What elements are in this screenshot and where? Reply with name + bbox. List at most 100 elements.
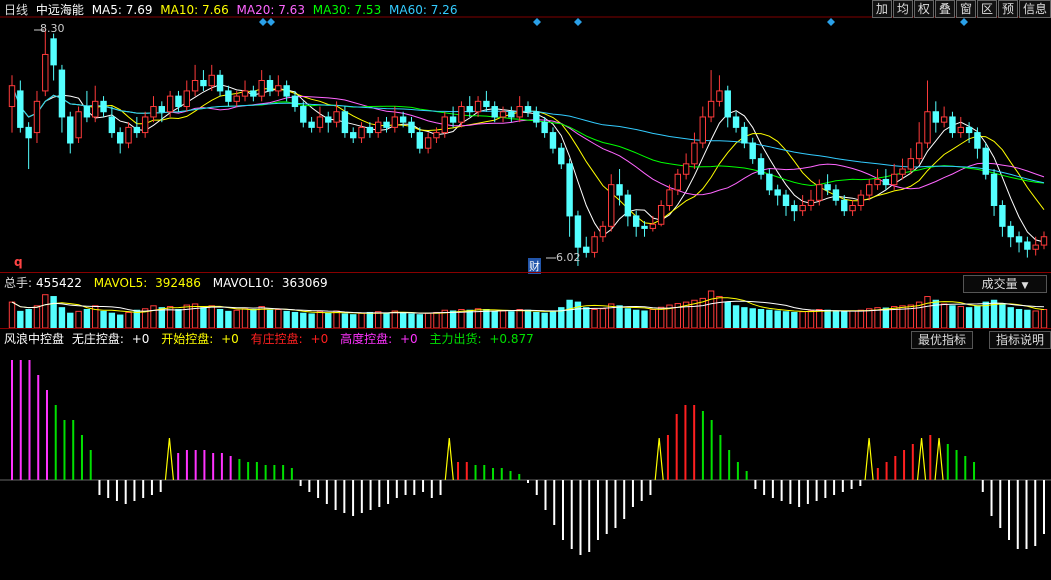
total-volume-value: 455422 bbox=[36, 276, 82, 290]
toolbar-overlay-button[interactable]: 叠 bbox=[934, 0, 955, 18]
volume-bar bbox=[416, 314, 424, 328]
indicator-bar bbox=[544, 480, 547, 510]
toolbar-info-button[interactable]: 信息 bbox=[1018, 0, 1051, 18]
indicator-bar bbox=[212, 453, 215, 480]
toolbar-alert-button[interactable]: 预 bbox=[997, 0, 1018, 18]
candle-body bbox=[774, 189, 781, 196]
candle-body bbox=[682, 163, 690, 175]
candle-body bbox=[824, 184, 831, 191]
period-label[interactable]: 日线 bbox=[4, 3, 28, 17]
candle-body bbox=[657, 205, 665, 225]
indicator-bar bbox=[238, 459, 241, 480]
candle-body bbox=[283, 85, 290, 97]
volume-bar bbox=[632, 309, 640, 328]
candle-body bbox=[408, 121, 415, 134]
indicator-bar bbox=[780, 480, 783, 501]
volume-indicator-select[interactable]: 成交量 ▼ bbox=[963, 275, 1047, 293]
indicator-bar bbox=[798, 480, 801, 507]
indicator-bar bbox=[640, 480, 643, 501]
volume-bar bbox=[50, 296, 57, 328]
indicator-bar bbox=[133, 480, 136, 501]
candle-body bbox=[549, 132, 557, 149]
candle-body bbox=[766, 173, 773, 191]
indicator-bar bbox=[1016, 480, 1019, 549]
volume-bar bbox=[1032, 310, 1039, 328]
toolbar-add-button[interactable]: 加 bbox=[871, 0, 892, 18]
volume-bar bbox=[216, 309, 224, 328]
side-marker[interactable]: q bbox=[14, 255, 23, 269]
indicator-bar bbox=[387, 480, 390, 504]
candle-body bbox=[616, 184, 623, 196]
candle-body bbox=[175, 95, 182, 108]
price-chart[interactable] bbox=[0, 0, 1051, 272]
indicator-bar bbox=[666, 435, 669, 480]
indicator-bar bbox=[37, 375, 40, 480]
volume-pane[interactable]: 总手: 455422 MAVOL5: 392486 MAVOL10: 363069… bbox=[0, 272, 1051, 328]
candle-body bbox=[915, 142, 923, 160]
candle-body bbox=[183, 90, 190, 108]
candle-body bbox=[333, 111, 340, 123]
candle-body bbox=[33, 100, 41, 134]
indicator-pane[interactable]: 风浪中控盘 无庄控盘: +0 开始控盘: +0 有庄控盘: +0 高度控盘: +… bbox=[0, 328, 1051, 580]
toolbar-ma-button[interactable]: 均 bbox=[892, 0, 913, 18]
indicator-bar bbox=[360, 480, 363, 513]
volume-bar bbox=[816, 309, 823, 328]
indicator-bar bbox=[859, 480, 862, 486]
ma60-label: MA60: 7.26 bbox=[389, 3, 458, 17]
candle-body bbox=[649, 223, 657, 229]
indicator-bar bbox=[11, 360, 13, 480]
volume-bar bbox=[408, 313, 415, 328]
indicator-bar bbox=[1043, 480, 1045, 534]
event-diamond-icon bbox=[267, 18, 275, 26]
indicator-bar bbox=[771, 480, 774, 498]
candle-body bbox=[757, 158, 765, 175]
volume-bar bbox=[716, 296, 723, 328]
candle-body bbox=[491, 106, 498, 118]
indicator-bar bbox=[973, 462, 976, 480]
indicator-bar bbox=[824, 480, 827, 498]
indicator-chart[interactable] bbox=[0, 329, 1051, 580]
indicator-bar bbox=[876, 468, 879, 480]
candle-body bbox=[399, 116, 407, 123]
candle-body bbox=[749, 142, 756, 160]
volume-bar bbox=[566, 299, 573, 328]
indicator-bar bbox=[833, 480, 836, 495]
volume-bar bbox=[1040, 309, 1048, 328]
indicator-bar bbox=[177, 453, 180, 480]
candle-body bbox=[1007, 225, 1014, 238]
candle-body bbox=[666, 189, 673, 206]
candle-body bbox=[807, 199, 815, 207]
candle-body bbox=[83, 106, 91, 118]
volume-bar bbox=[25, 309, 32, 328]
candle-body bbox=[782, 194, 790, 206]
toolbar-rights-button[interactable]: 权 bbox=[913, 0, 934, 18]
best-indicator-button[interactable]: 最优指标 bbox=[910, 331, 973, 349]
candle-body bbox=[233, 95, 240, 102]
candle-body bbox=[341, 111, 349, 134]
price-pane[interactable]: 日线 中远海能 MA5: 7.69 MA10: 7.66 MA20: 7.63 … bbox=[0, 0, 1051, 274]
indicator-bar bbox=[964, 456, 967, 480]
candle-body bbox=[291, 95, 299, 108]
indicator-bar bbox=[553, 480, 556, 525]
volume-bar bbox=[699, 297, 706, 328]
candle-body bbox=[674, 173, 682, 191]
start-control-spike bbox=[654, 437, 664, 481]
volume-bar bbox=[749, 308, 756, 328]
candle-body bbox=[583, 246, 590, 253]
candle-body bbox=[508, 111, 515, 118]
mavol5-line bbox=[11, 297, 1045, 314]
candle-body bbox=[416, 132, 424, 149]
toolbar-window-button[interactable]: 窗 bbox=[955, 0, 976, 18]
indicator-help-button[interactable]: 指标说明 bbox=[988, 331, 1051, 349]
event-diamond-icon bbox=[574, 18, 582, 26]
candle-body bbox=[466, 106, 473, 113]
indicator-bar bbox=[229, 456, 232, 480]
candle-body bbox=[166, 95, 174, 113]
volume-bar bbox=[824, 309, 831, 328]
toolbar-range-button[interactable]: 区 bbox=[976, 0, 997, 18]
indicator-bar bbox=[675, 414, 678, 480]
volume-bar bbox=[125, 311, 132, 328]
volume-bar bbox=[233, 309, 240, 328]
volume-bar bbox=[191, 303, 199, 328]
indicator-bar bbox=[605, 480, 608, 534]
